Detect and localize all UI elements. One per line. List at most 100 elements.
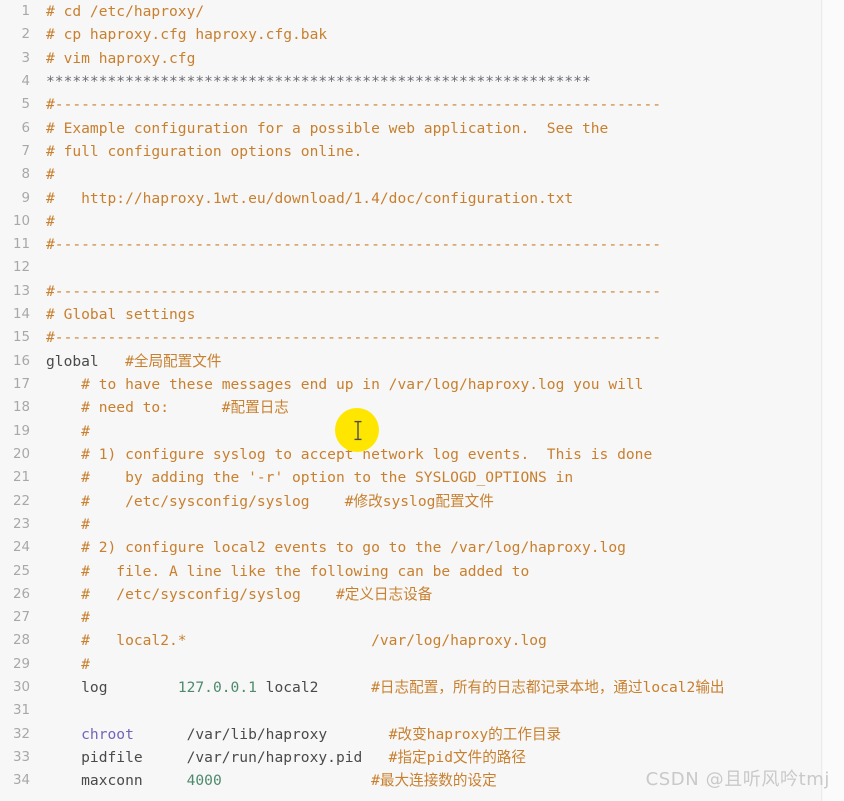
code-line-text: # by adding the '-r' option to the SYSLO… [46, 466, 573, 489]
line-number: 8 [21, 167, 30, 183]
line-number: 20 [12, 446, 30, 462]
code-line[interactable]: 13 #-------------------------------------… [0, 280, 821, 303]
code-token: # 2) configure local2 events to go to th… [46, 539, 626, 557]
code-line-text: pidfile /var/run/haproxy.pid #指定pid文件的路径 [46, 746, 526, 769]
code-token: ****************************************… [46, 72, 591, 90]
code-token: # 1) configure syslog to accept network … [46, 445, 653, 463]
code-line[interactable]: 29 # [0, 653, 821, 676]
code-line[interactable]: 15 #-------------------------------------… [0, 326, 821, 349]
line-number: 1 [21, 4, 30, 19]
code-line-text: #---------------------------------------… [46, 280, 661, 303]
code-line-list: 1 # cd /etc/haproxy/2 # cp haproxy.cfg hap… [0, 0, 821, 793]
code-line-text: global #全局配置文件 [46, 350, 221, 373]
code-line-text: # [46, 513, 90, 536]
code-token: 127.0.0.1 [177, 679, 257, 697]
code-line[interactable]: 28 # local2.* /var/log/haproxy.log [0, 629, 821, 652]
code-token: global [46, 352, 99, 370]
line-number: 25 [12, 563, 30, 579]
code-line[interactable]: 2 # cp haproxy.cfg haproxy.cfg.bak [0, 23, 821, 46]
code-line[interactable]: 5 #--------------------------------------… [0, 93, 821, 116]
code-line[interactable]: 19 # [0, 420, 821, 443]
code-token: #日志配置，所有的日志都记录本地，通过local2输出 [371, 679, 725, 697]
code-token: # full configuration options online. [46, 142, 363, 160]
code-line-text: maxconn 4000 #最大连接数的设定 [46, 769, 497, 792]
code-token: /var/lib/haproxy [133, 725, 328, 743]
code-line[interactable]: 26 # /etc/sysconfig/syslog #定义日志设备 [0, 583, 821, 606]
line-number: 32 [12, 726, 30, 742]
code-line-text: # Global settings [46, 303, 195, 326]
code-line-text: log 127.0.0.1 local2 #日志配置，所有的日志都记录本地，通过… [46, 676, 725, 699]
code-token: # [46, 212, 55, 230]
line-number: 21 [12, 470, 30, 486]
line-number: 34 [12, 773, 30, 789]
line-number: 19 [12, 423, 30, 439]
code-line[interactable]: 3 # vim haproxy.cfg [0, 47, 821, 70]
line-number: 5 [21, 97, 30, 113]
code-token: maxconn [46, 772, 143, 790]
code-line[interactable]: 22 # /etc/sysconfig/syslog #修改syslog配置文件 [0, 490, 821, 513]
code-line[interactable]: 17 # to have these messages end up in /v… [0, 373, 821, 396]
csdn-watermark: CSDN @且听风吟tmj [645, 769, 830, 790]
code-token: #全局配置文件 [125, 352, 222, 370]
code-line[interactable]: 21 # by adding the '-r' option to the SY… [0, 466, 821, 489]
code-token: # [46, 655, 90, 673]
code-token: # [46, 166, 55, 184]
code-line[interactable]: 25 # file. A line like the following can… [0, 560, 821, 583]
code-line-text: #---------------------------------------… [46, 326, 661, 349]
code-line-text: # full configuration options online. [46, 140, 362, 163]
code-line[interactable]: 18 # need to: #配置日志 [0, 396, 821, 419]
code-line[interactable]: 12 [0, 256, 821, 279]
code-token: #指定pid文件的路径 [388, 749, 526, 766]
code-token: # /etc/sysconfig/syslog #修改syslog配置文件 [46, 492, 494, 510]
code-block[interactable]: 1 # cd /etc/haproxy/2 # cp haproxy.cfg hap… [0, 0, 822, 801]
code-line[interactable]: 6 # Example configuration for a possible … [0, 117, 821, 140]
code-line[interactable]: 27 # [0, 606, 821, 629]
line-number: 22 [12, 493, 30, 509]
line-number: 16 [12, 353, 30, 369]
code-line-text: # local2.* /var/log/haproxy.log [46, 629, 547, 652]
code-line[interactable]: 7 # full configuration options online. [0, 140, 821, 163]
code-line-text: #---------------------------------------… [46, 233, 661, 256]
line-number: 14 [12, 307, 30, 323]
code-line[interactable]: 32 chroot /var/lib/haproxy #改变haproxy的工作… [0, 723, 821, 746]
code-line[interactable]: 20 # 1) configure syslog to accept netwo… [0, 443, 821, 466]
code-token: # file. A line like the following can be… [46, 562, 530, 580]
line-number: 9 [21, 190, 30, 206]
code-token: #---------------------------------------… [46, 282, 662, 300]
code-line[interactable]: 14 # Global settings [0, 303, 821, 326]
code-line[interactable]: 23 # [0, 513, 821, 536]
code-line-text: # to have these messages end up in /var/… [46, 373, 643, 396]
line-number: 2 [21, 27, 30, 43]
code-token: # by adding the '-r' option to the SYSLO… [46, 469, 574, 487]
code-token: # [46, 515, 90, 533]
code-line[interactable]: 24 # 2) configure local2 events to go to… [0, 536, 821, 559]
code-line-text: # cp haproxy.cfg haproxy.cfg.bak [46, 23, 327, 46]
code-line[interactable]: 16 global #全局配置文件 [0, 350, 821, 373]
line-number: 10 [12, 213, 30, 229]
line-number: 12 [12, 260, 30, 276]
code-line-text: # [46, 163, 55, 186]
code-line[interactable]: 30 log 127.0.0.1 local2 #日志配置，所有的日志都记录本地… [0, 676, 821, 699]
code-token: # /etc/sysconfig/syslog #定义日志设备 [46, 585, 433, 603]
code-line[interactable]: 10 # [0, 210, 821, 233]
code-token: /var/run/haproxy.pid [142, 749, 363, 766]
code-line[interactable]: 8 # [0, 163, 821, 186]
code-line[interactable]: 31 [0, 699, 821, 722]
code-line[interactable]: 4 ***************************************… [0, 70, 821, 93]
right-margin-gap [823, 0, 844, 801]
code-line-text: # 1) configure syslog to accept network … [46, 443, 652, 466]
line-number: 33 [12, 750, 30, 765]
code-line[interactable]: 1 # cd /etc/haproxy/ [0, 0, 821, 23]
code-line-text: # cd /etc/haproxy/ [46, 0, 204, 23]
code-token: # local2.* /var/log/haproxy.log [46, 632, 547, 650]
line-number: 15 [12, 330, 30, 346]
code-line-text: # http://haproxy.1wt.eu/download/1.4/doc… [46, 187, 573, 210]
code-line[interactable]: 11 #-------------------------------------… [0, 233, 821, 256]
code-token: # cd /etc/haproxy/ [46, 3, 205, 20]
code-line[interactable]: 9 # http://haproxy.1wt.eu/download/1.4/do… [0, 187, 821, 210]
